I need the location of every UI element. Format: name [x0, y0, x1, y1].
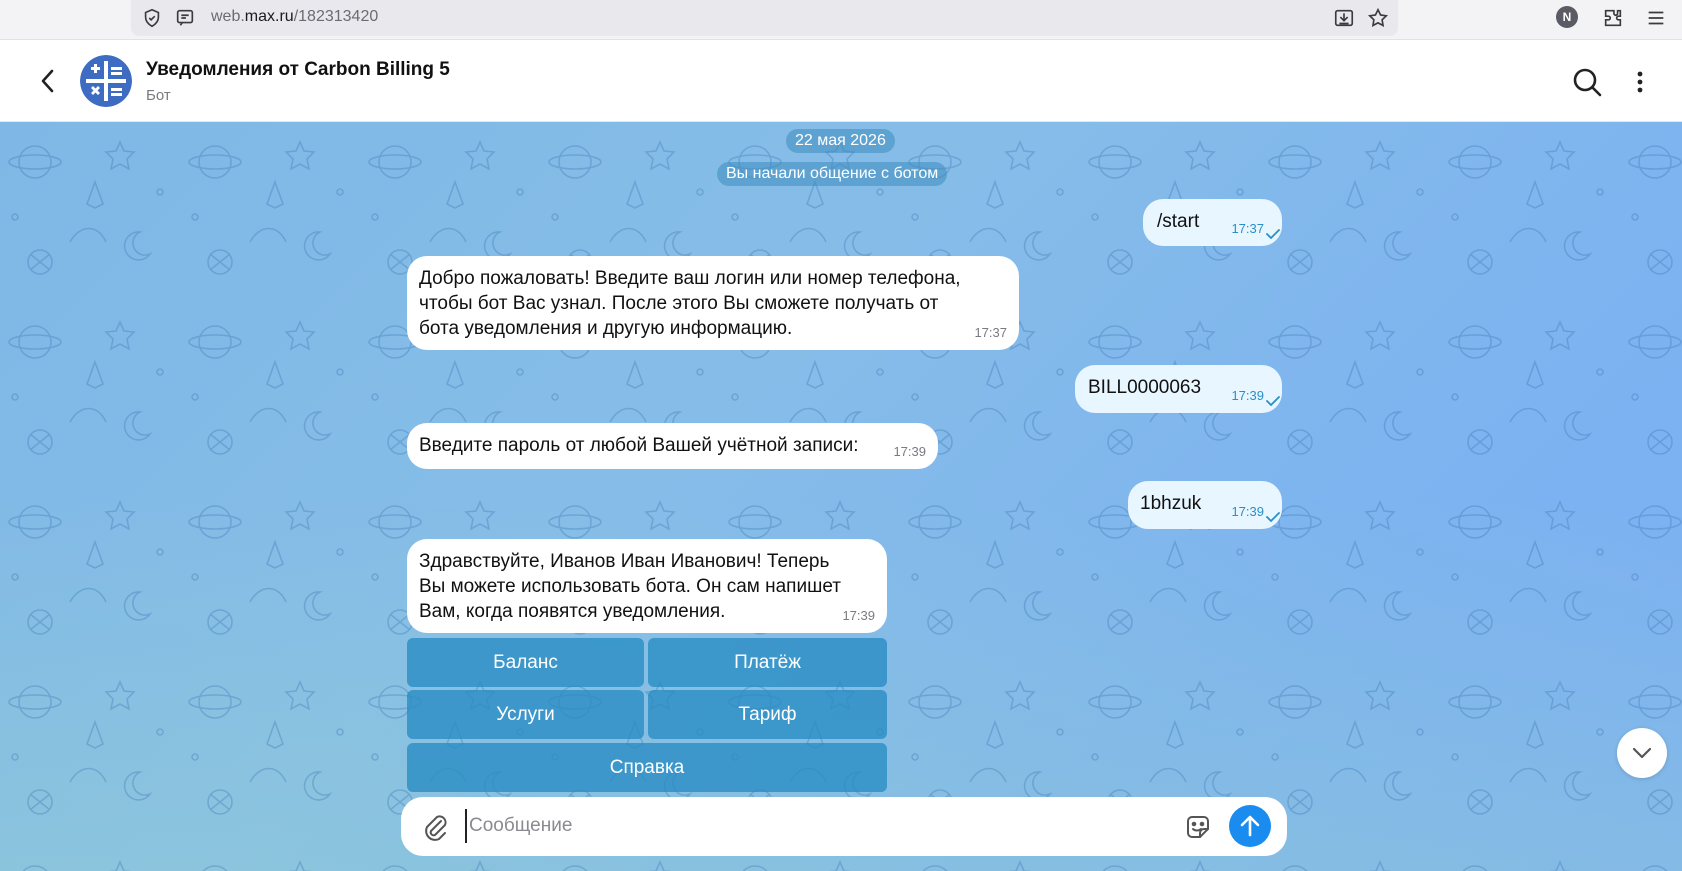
keyboard-button-tariff[interactable]: Тариф [648, 690, 887, 739]
url-text[interactable]: web.max.ru/182313420 [211, 8, 378, 26]
sent-check-icon [1266, 229, 1280, 239]
url-domain: max.ru [244, 8, 294, 25]
keyboard-button-services[interactable]: Услуги [407, 690, 644, 739]
system-message: Вы начали общение с ботом [717, 162, 948, 186]
more-options-button[interactable] [1628, 65, 1652, 99]
incoming-message[interactable]: Введите пароль от любой Вашей учётной за… [407, 423, 938, 469]
sent-check-icon [1266, 512, 1280, 522]
back-button[interactable] [30, 63, 66, 99]
message-time: 17:37 [974, 325, 1007, 340]
message-line: Вам, когда появятся уведомления. [419, 601, 726, 622]
message-line: бота уведомления и другую информацию. [419, 318, 793, 339]
outgoing-message[interactable]: /start 17:37 [1143, 199, 1282, 246]
message-line: Вы можете использовать бота. Он сам напи… [419, 576, 841, 597]
browser-toolbar: web.max.ru/182313420 N [0, 0, 1682, 40]
bot-avatar[interactable] [80, 55, 132, 107]
incoming-message[interactable]: Добро пожаловать! Введите ваш логин или … [407, 256, 1019, 350]
send-button[interactable] [1229, 805, 1271, 847]
profile-avatar[interactable]: N [1556, 6, 1578, 28]
arrow-up-icon [1240, 815, 1260, 837]
address-bar[interactable]: web.max.ru/182313420 [131, 0, 1398, 36]
page-info-icon[interactable] [173, 6, 197, 30]
url-prefix: web. [211, 8, 245, 25]
message-line: чтобы бот Вас узнал. После этого Вы смож… [419, 293, 939, 314]
keyboard-button-balance[interactable]: Баланс [407, 638, 644, 687]
message-input[interactable] [465, 809, 1065, 843]
message-time: 17:37 [1231, 221, 1264, 236]
chat-title: Уведомления от Carbon Billing 5 [146, 59, 450, 80]
bookmark-star-icon[interactable] [1366, 6, 1390, 30]
chat-area[interactable]: 22 мая 2026 Вы начали общение с ботом /s… [0, 122, 1682, 871]
keyboard-button-payment[interactable]: Платёж [648, 638, 887, 687]
message-text: 1bhzuk [1140, 493, 1202, 514]
message-text: BILL0000063 [1088, 377, 1202, 398]
scroll-down-button[interactable] [1617, 728, 1667, 778]
chat-subtitle: Бот [146, 87, 171, 104]
download-icon[interactable] [1332, 6, 1356, 30]
message-time: 17:39 [1231, 388, 1264, 403]
search-icon[interactable] [1570, 65, 1604, 99]
url-path: /182313420 [293, 8, 379, 25]
message-line: Добро пожаловать! Введите ваш логин или … [419, 268, 961, 289]
chat-header: Уведомления от Carbon Billing 5 Бот [0, 41, 1682, 122]
chevron-down-icon [1632, 747, 1652, 759]
menu-icon[interactable] [1644, 6, 1668, 30]
message-composer [401, 797, 1287, 856]
attach-icon[interactable] [421, 812, 449, 842]
more-vertical-icon [1637, 71, 1643, 93]
extensions-icon[interactable] [1601, 6, 1625, 30]
message-text: /start [1157, 211, 1200, 232]
incoming-message[interactable]: Здравствуйте, Иванов Иван Иванович! Тепе… [407, 539, 887, 633]
message-line: Здравствуйте, Иванов Иван Иванович! Тепе… [419, 551, 830, 572]
keyboard-button-help[interactable]: Справка [407, 743, 887, 792]
outgoing-message[interactable]: BILL0000063 17:39 [1075, 365, 1282, 413]
message-time: 17:39 [842, 608, 875, 623]
outgoing-message[interactable]: 1bhzuk 17:39 [1128, 481, 1282, 529]
date-divider: 22 мая 2026 [786, 129, 895, 153]
chevron-left-icon [41, 69, 54, 93]
sent-check-icon [1266, 396, 1280, 406]
message-time: 17:39 [893, 444, 926, 459]
message-text: Введите пароль от любой Вашей учётной за… [419, 435, 859, 456]
sticker-icon[interactable] [1183, 812, 1213, 842]
shield-icon[interactable] [140, 6, 164, 30]
message-time: 17:39 [1231, 504, 1264, 519]
